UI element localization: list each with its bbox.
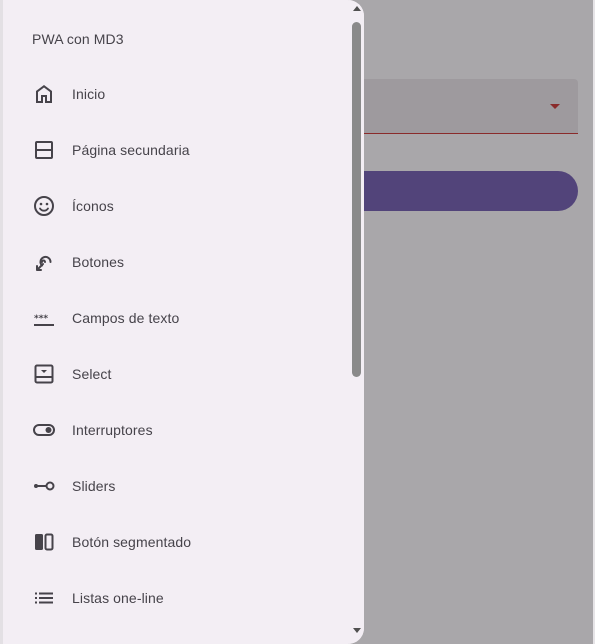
password-field-icon: *** — [32, 306, 56, 330]
nav-item-select[interactable]: Select — [12, 346, 336, 402]
nav-item-pagina-secundaria[interactable]: Página secundaria — [12, 122, 336, 178]
nav-item-label: Listas one-line — [72, 590, 164, 606]
nav-item-label: Página secundaria — [72, 142, 190, 158]
split-panel-icon — [32, 138, 56, 162]
nav-item-label: Select — [72, 366, 112, 382]
nav-item-label: Interruptores — [72, 422, 153, 438]
nav-item-label: Inicio — [72, 86, 106, 102]
nav-item-interruptores[interactable]: Interruptores — [12, 402, 336, 458]
slider-icon — [32, 474, 56, 498]
drawer-title: PWA con MD3 — [32, 31, 124, 47]
list-icon — [32, 586, 56, 610]
nav-item-label: Botones — [72, 254, 125, 270]
dropdown-arrow-icon — [550, 104, 560, 109]
svg-text:***: *** — [34, 314, 48, 324]
navigation-drawer: PWA con MD3 Inicio Página secundaria Íco… — [0, 0, 364, 644]
toggle-icon — [32, 418, 56, 442]
nav-item-iconos[interactable]: Íconos — [12, 178, 336, 234]
nav-item-botones[interactable]: Botones — [12, 234, 336, 290]
segmented-icon — [32, 530, 56, 554]
scrollbar-thumb[interactable] — [352, 22, 361, 377]
nav-item-label: Íconos — [72, 198, 114, 214]
smiley-icon — [32, 194, 56, 218]
nav-item-label: Sliders — [72, 478, 116, 494]
nav-item-campos-de-texto[interactable]: *** Campos de texto — [12, 290, 336, 346]
nav-item-label: Botón segmentado — [72, 534, 192, 550]
scroll-down-arrow-icon[interactable] — [353, 628, 361, 633]
touch-icon — [32, 250, 56, 274]
nav-item-boton-segmentado[interactable]: Botón segmentado — [12, 514, 336, 570]
nav-item-listas-one-line[interactable]: Listas one-line — [12, 570, 336, 626]
drawer-edge — [0, 0, 3, 644]
nav-item-inicio[interactable]: Inicio — [12, 66, 336, 122]
nav-item-sliders[interactable]: Sliders — [12, 458, 336, 514]
scroll-up-arrow-icon[interactable] — [353, 6, 361, 11]
home-icon — [32, 82, 56, 106]
nav-item-label: Campos de texto — [72, 310, 180, 326]
select-box-icon — [32, 362, 56, 386]
